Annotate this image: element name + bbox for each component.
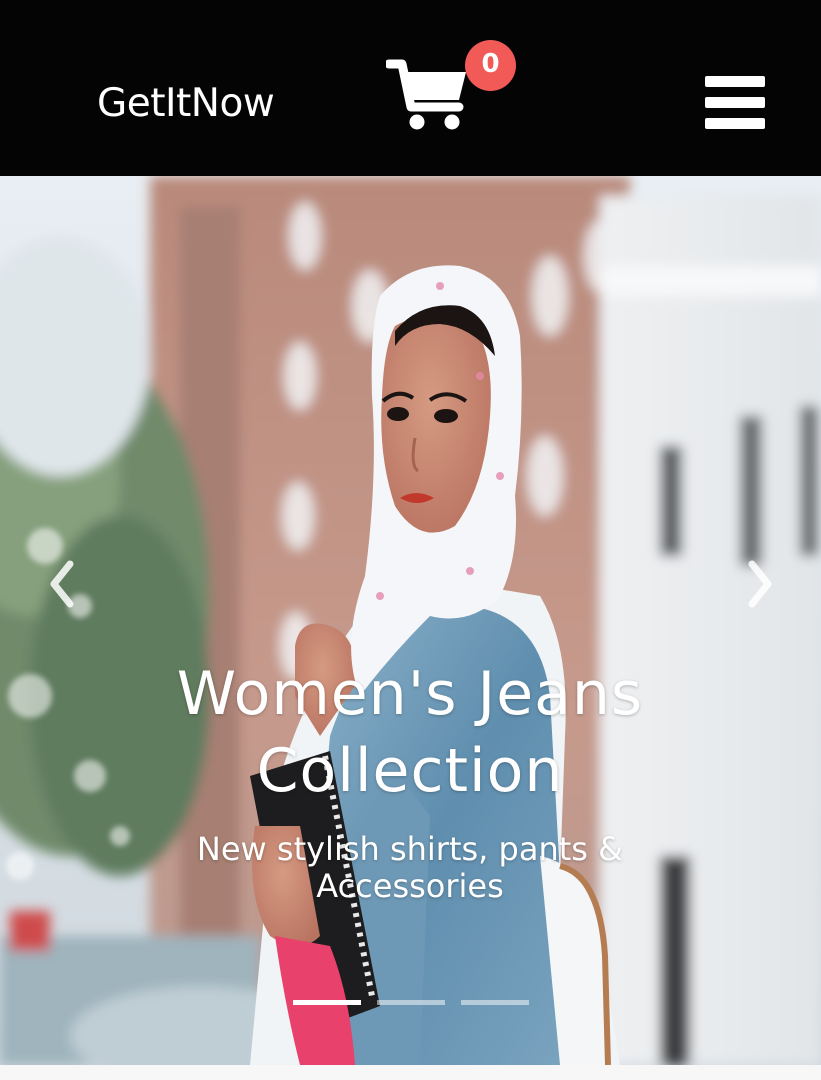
hamburger-menu-icon-bar	[705, 118, 765, 129]
menu-toggle-button[interactable]	[705, 76, 765, 130]
carousel-indicator-1[interactable]	[293, 1000, 361, 1005]
carousel-indicator-3[interactable]	[461, 1000, 529, 1005]
navbar: GetItNow 0	[0, 0, 821, 176]
slide-title: Women's Jeans Collection	[176, 659, 644, 806]
hero-carousel: Women's Jeans Collection New stylish shi…	[0, 176, 821, 1065]
cart-button[interactable]	[386, 58, 472, 134]
carousel-indicator-2[interactable]	[377, 1000, 445, 1005]
slide-subtitle: New stylish shirts, pants & Accessories	[196, 830, 624, 905]
shopping-cart-icon	[386, 59, 466, 130]
carousel-indicators	[293, 1000, 533, 1006]
carousel-next-button[interactable]	[738, 554, 782, 614]
carousel-caption: Women's Jeans Collection New stylish shi…	[110, 656, 710, 905]
hero-slide-image	[0, 176, 821, 1065]
hamburger-menu-icon-bar	[705, 97, 765, 108]
carousel-prev-button[interactable]	[40, 554, 84, 614]
page-content-edge	[0, 1065, 821, 1080]
brand-logo[interactable]: GetItNow	[97, 78, 275, 130]
cart-count-badge: 0	[465, 40, 516, 91]
hamburger-menu-icon	[705, 76, 765, 87]
chevron-left-icon	[50, 560, 74, 608]
chevron-right-icon	[748, 560, 772, 608]
